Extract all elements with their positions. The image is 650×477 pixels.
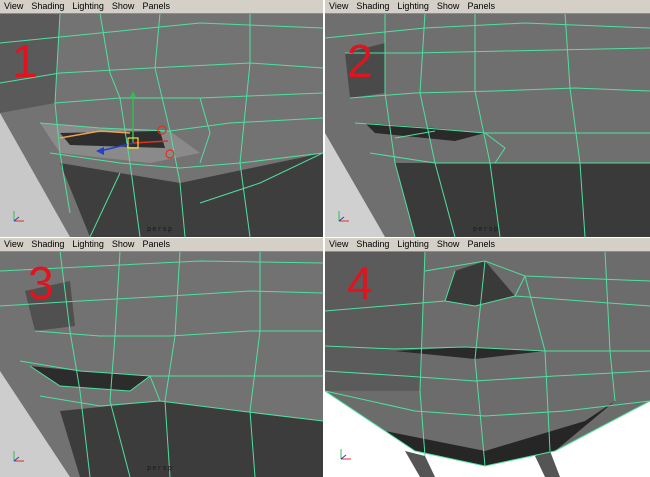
viewport-panel-4[interactable]: View Shading Lighting Show Panels 4 <box>325 238 650 477</box>
menu-show[interactable]: Show <box>112 238 135 251</box>
menu-lighting[interactable]: Lighting <box>397 0 429 13</box>
viewport-canvas[interactable] <box>325 13 650 237</box>
menu-shading[interactable]: Shading <box>31 238 64 251</box>
menu-show[interactable]: Show <box>437 238 460 251</box>
menu-view[interactable]: View <box>4 238 23 251</box>
mesh-wireframe <box>325 251 650 477</box>
viewport-panel-1[interactable]: View Shading Lighting Show Panels 1 pers… <box>0 0 323 237</box>
menu-lighting[interactable]: Lighting <box>72 0 104 13</box>
axis-triad-icon <box>338 211 349 222</box>
viewport-panel-2[interactable]: View Shading Lighting Show Panels 2 pers… <box>325 0 650 237</box>
menu-shading[interactable]: Shading <box>356 238 389 251</box>
panel-menubar: View Shading Lighting Show Panels <box>0 0 323 14</box>
menu-lighting[interactable]: Lighting <box>72 238 104 251</box>
menu-view[interactable]: View <box>4 0 23 13</box>
menu-show[interactable]: Show <box>112 0 135 13</box>
menu-show[interactable]: Show <box>437 0 460 13</box>
viewport-canvas[interactable] <box>0 13 323 237</box>
step-number: 2 <box>347 35 373 87</box>
viewport-panel-3[interactable]: View Shading Lighting Show Panels 3 pers… <box>0 238 323 477</box>
menu-lighting[interactable]: Lighting <box>397 238 429 251</box>
step-number: 3 <box>28 257 54 309</box>
step-number: 1 <box>12 35 38 87</box>
menu-panels[interactable]: Panels <box>142 0 170 13</box>
axis-triad-icon <box>13 451 24 462</box>
move-manipulator-icon[interactable] <box>0 13 323 237</box>
menu-panels[interactable]: Panels <box>142 238 170 251</box>
menu-panels[interactable]: Panels <box>467 0 495 13</box>
menu-shading[interactable]: Shading <box>356 0 389 13</box>
axis-triad-icon <box>340 449 351 460</box>
viewport-canvas[interactable] <box>325 251 650 477</box>
menu-panels[interactable]: Panels <box>467 238 495 251</box>
panel-menubar: View Shading Lighting Show Panels <box>325 0 650 14</box>
camera-label: persp <box>147 464 174 472</box>
menu-shading[interactable]: Shading <box>31 0 64 13</box>
camera-label: persp <box>147 225 174 233</box>
menu-view[interactable]: View <box>329 0 348 13</box>
mesh-wireframe <box>325 13 650 237</box>
step-number: 4 <box>347 257 373 309</box>
axis-triad-icon <box>13 211 24 222</box>
menu-view[interactable]: View <box>329 238 348 251</box>
panel-menubar: View Shading Lighting Show Panels <box>0 238 323 252</box>
camera-label: persp <box>473 225 500 233</box>
panel-menubar: View Shading Lighting Show Panels <box>325 238 650 252</box>
